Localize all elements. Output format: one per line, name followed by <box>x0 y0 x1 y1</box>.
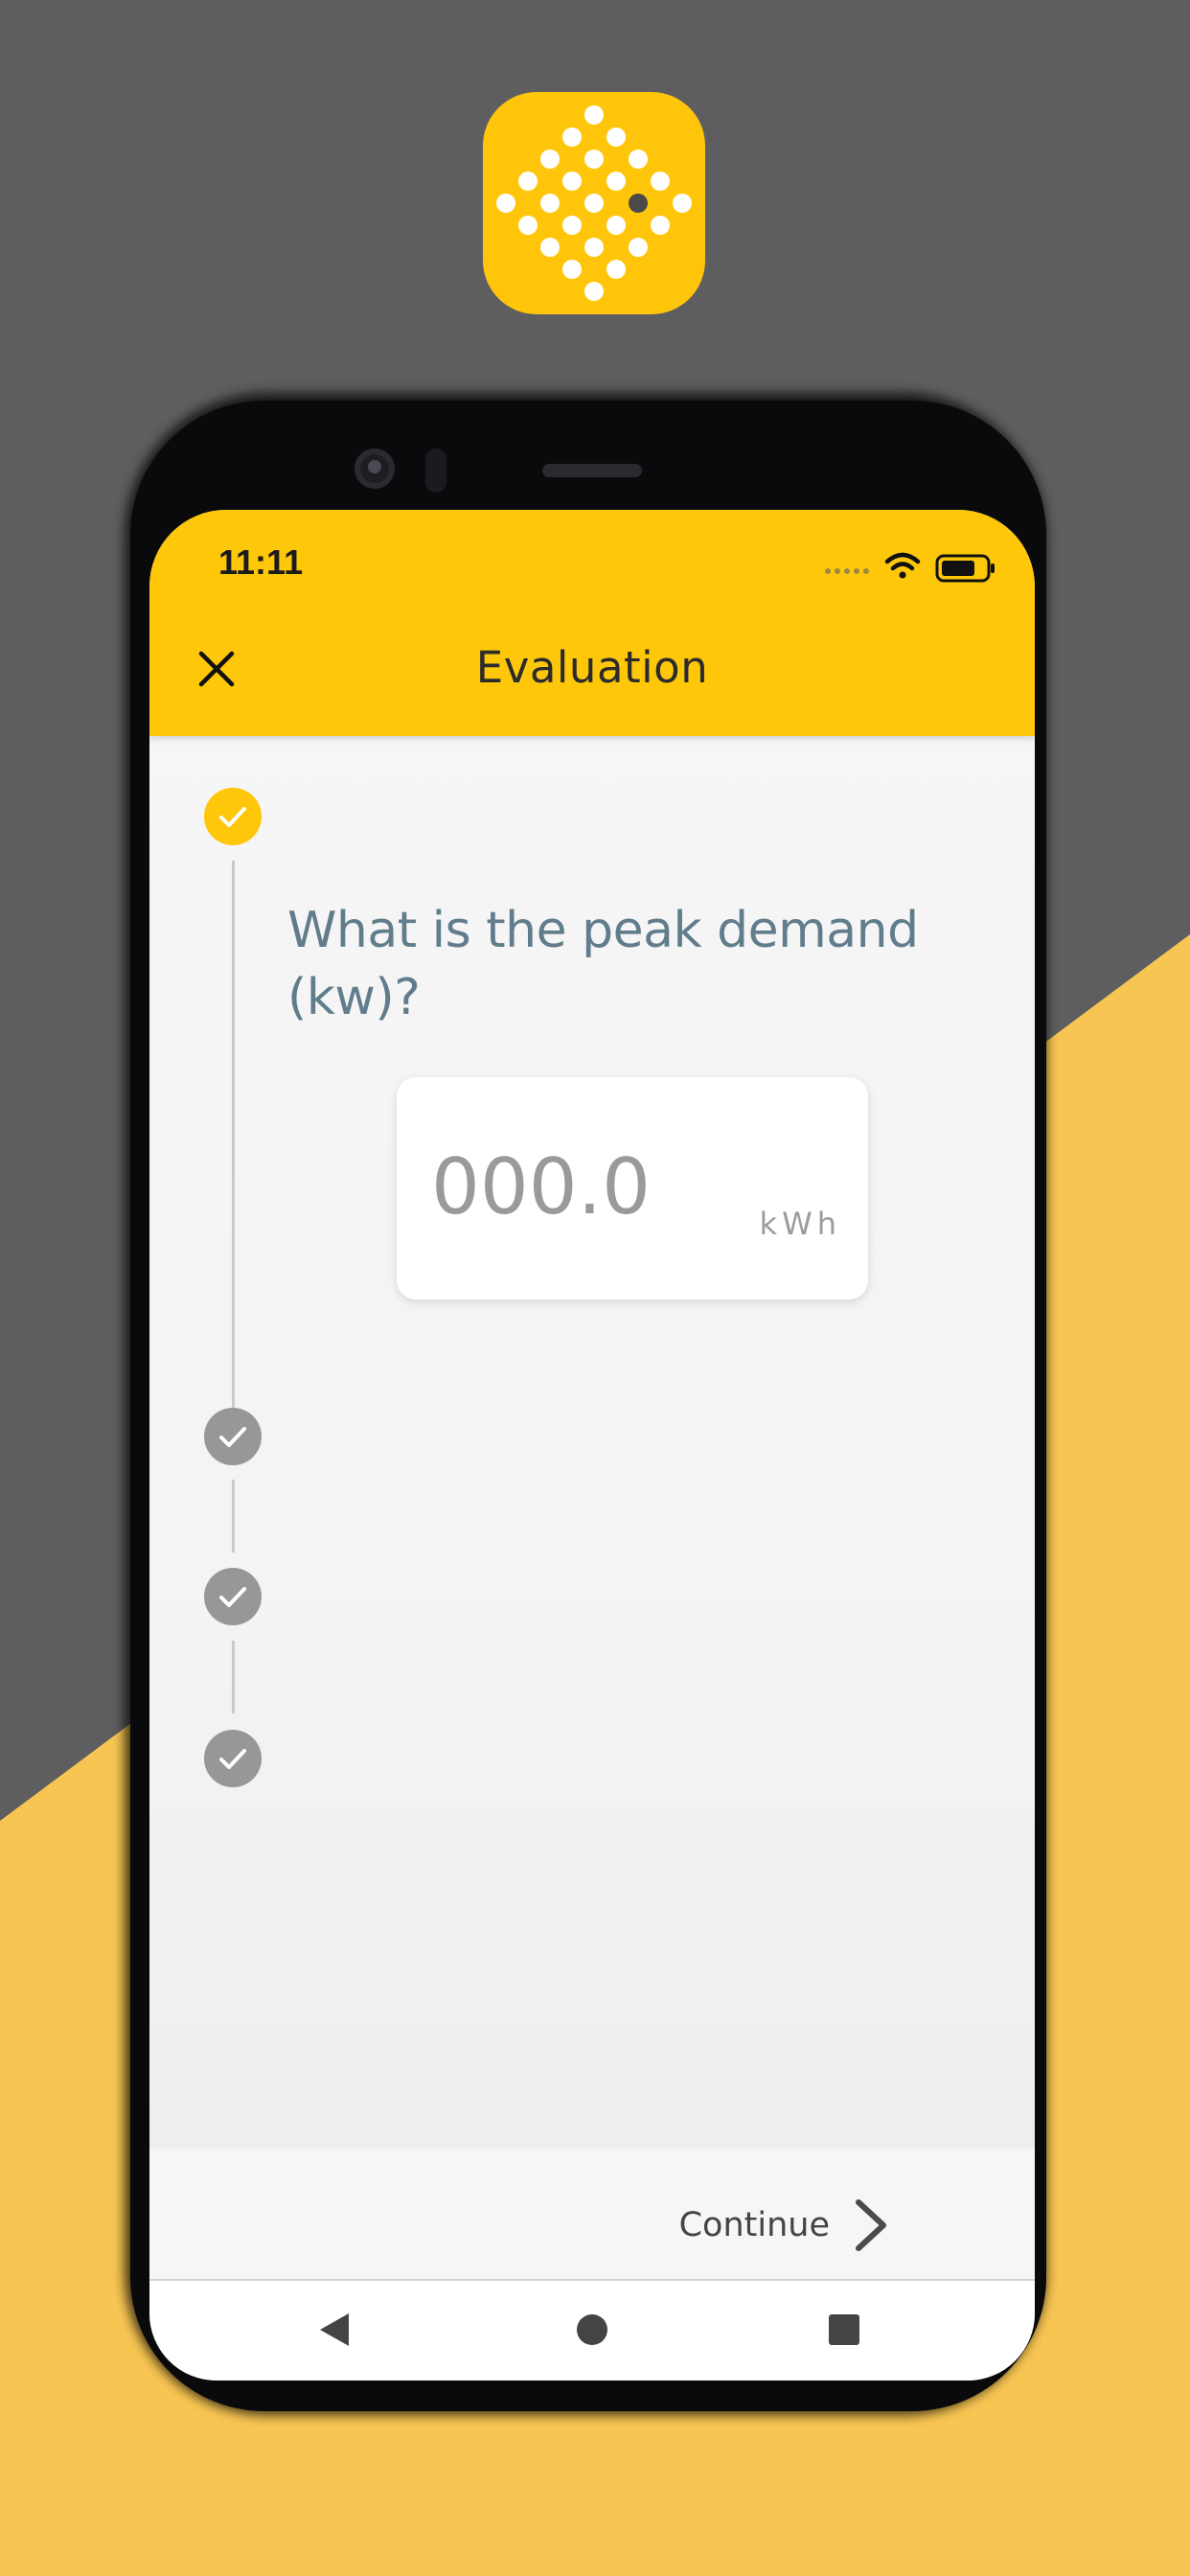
check-icon <box>219 1749 246 1769</box>
stepper-connector <box>232 1480 235 1552</box>
logo-dot <box>629 150 648 169</box>
logo-dot <box>496 194 515 213</box>
logo-dot <box>584 282 604 301</box>
continue-button[interactable]: Continue <box>679 2198 889 2252</box>
question-text: What is the peak demand (kw)? <box>287 902 919 1026</box>
stepper-connector <box>232 1641 235 1714</box>
logo-dot <box>584 105 604 125</box>
nav-recents-button[interactable] <box>820 2306 868 2354</box>
logo-dot-dark <box>629 194 648 213</box>
logo-dot <box>606 216 626 235</box>
wifi-icon <box>884 552 921 579</box>
logo-dot <box>540 238 560 257</box>
check-icon <box>219 1587 246 1607</box>
page-title: Evaluation <box>475 642 709 693</box>
signal-dots-icon <box>825 568 869 574</box>
logo-dot <box>584 150 604 169</box>
logo-dot <box>518 216 538 235</box>
logo-dot <box>629 238 648 257</box>
battery-icon <box>935 554 995 583</box>
back-icon <box>320 2313 349 2346</box>
check-icon <box>219 807 246 827</box>
phone-screen: 11:11 Evaluation What is the peak demand… <box>149 510 1035 2380</box>
dot-diamond-logo-icon <box>496 105 692 301</box>
recents-icon <box>829 2314 859 2345</box>
step-indicator-2[interactable] <box>204 1408 262 1465</box>
earpiece-speaker <box>542 464 642 477</box>
logo-dot <box>606 260 626 279</box>
app-logo <box>483 92 705 314</box>
step-indicator-3[interactable] <box>204 1568 262 1625</box>
unit-label: kWh <box>759 1206 841 1242</box>
status-time: 11:11 <box>218 542 304 582</box>
nav-back-button[interactable] <box>312 2306 360 2354</box>
logo-dot <box>562 172 582 191</box>
logo-dot <box>606 127 626 147</box>
step-indicator-4[interactable] <box>204 1730 262 1787</box>
status-icons <box>825 552 995 583</box>
logo-dot <box>673 194 692 213</box>
logo-dot <box>540 150 560 169</box>
logo-dot <box>562 260 582 279</box>
continue-label: Continue <box>678 2206 830 2244</box>
step-indicator-1[interactable] <box>204 788 262 845</box>
logo-dot <box>606 172 626 191</box>
logo-dot <box>651 216 670 235</box>
proximity-sensor <box>425 448 446 493</box>
logo-dot <box>584 194 604 213</box>
stepper-connector <box>232 861 235 1422</box>
app-bar: 11:11 Evaluation <box>149 510 1035 736</box>
logo-dot <box>562 127 582 147</box>
peak-demand-input-card[interactable]: kWh <box>397 1077 868 1300</box>
footer-bar: Continue <box>149 2149 1035 2281</box>
logo-dot <box>562 216 582 235</box>
nav-home-button[interactable] <box>568 2306 616 2354</box>
system-nav-bar <box>149 2281 1035 2380</box>
home-icon <box>577 2314 607 2345</box>
peak-demand-input[interactable] <box>431 1142 719 1231</box>
logo-dot <box>540 194 560 213</box>
logo-dot <box>651 172 670 191</box>
logo-dot <box>518 172 538 191</box>
chevron-right-icon <box>856 2199 886 2251</box>
front-camera <box>355 448 395 489</box>
check-icon <box>219 1427 246 1447</box>
logo-dot <box>584 238 604 257</box>
